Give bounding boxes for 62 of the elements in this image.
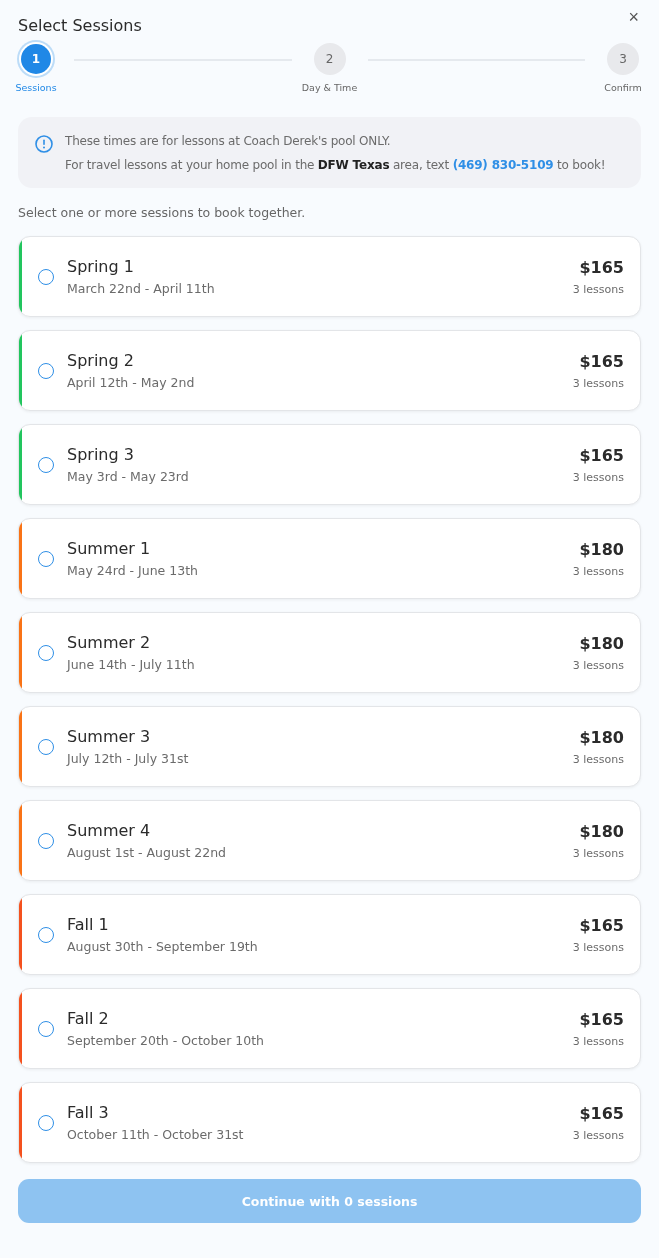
session-price: $180	[578, 539, 624, 559]
session-name: Spring 2	[67, 351, 135, 370]
lesson-count: 3 lessons	[572, 564, 624, 578]
session-dates: May 3rd - May 23rd	[67, 469, 190, 484]
lesson-count: 3 lessons	[572, 658, 624, 672]
session-card[interactable]: Spring 3 May 3rd - May 23rd $165 3 lessons	[18, 424, 641, 505]
session-price: $165	[578, 1009, 624, 1029]
session-price: $180	[578, 633, 624, 653]
lesson-count: 3 lessons	[572, 282, 624, 296]
session-dates: October 11th - October 31st	[67, 1127, 245, 1142]
session-dates: July 12th - July 31st	[67, 751, 190, 766]
session-card[interactable]: Spring 1 March 22nd - April 11th $165 3 lessons	[18, 236, 641, 317]
session-name: Summer 2	[67, 633, 152, 652]
lesson-count: 3 lessons	[572, 376, 624, 390]
session-card[interactable]: Spring 2 April 12th - May 2nd $165 3 lessons	[18, 330, 641, 411]
session-price: $165	[578, 445, 624, 465]
step-number: 2	[313, 43, 346, 75]
session-name: Fall 3	[67, 1103, 110, 1122]
dialog-title: Select Sessions	[18, 16, 142, 35]
session-price: $165	[578, 1103, 624, 1123]
close-button[interactable]: ×	[626, 8, 641, 26]
session-dates: August 1st - August 22nd	[67, 845, 228, 860]
session-price: $165	[578, 257, 624, 277]
notice-text: These times are for lessons at Coach Derek's pool ONLY.	[65, 133, 392, 150]
session-name: Summer 1	[67, 539, 152, 558]
session-card[interactable]: Fall 2 September 20th - October 10th $165 3 lessons	[18, 988, 641, 1069]
step-label: Confirm	[604, 82, 642, 93]
lesson-count: 3 lessons	[572, 1034, 624, 1048]
hint-text: Select one or more sessions to book together.	[18, 205, 307, 220]
lesson-count: 3 lessons	[572, 940, 624, 954]
session-card[interactable]: Summer 3 July 12th - July 31st $180 3 lessons	[18, 706, 641, 787]
session-price: $165	[578, 915, 624, 935]
session-dates: May 24rd - June 13th	[67, 563, 199, 578]
session-card[interactable]: Fall 3 October 11th - October 31st $165 3 lessons	[18, 1082, 641, 1163]
session-dates: June 14th - July 11th	[67, 657, 196, 672]
step-label: Day & Time	[301, 82, 358, 93]
session-name: Spring 3	[67, 445, 135, 464]
session-price: $180	[578, 727, 624, 747]
session-dates: April 12th - May 2nd	[67, 375, 196, 390]
step-label: Sessions	[15, 82, 57, 93]
lesson-count: 3 lessons	[572, 470, 624, 484]
lesson-count: 3 lessons	[572, 846, 624, 860]
step-number: 1	[21, 44, 51, 74]
session-dates: March 22nd - April 11th	[67, 281, 216, 296]
lesson-count: 3 lessons	[572, 1128, 624, 1142]
session-name: Fall 1	[67, 915, 110, 934]
session-card[interactable]: Summer 1 May 24rd - June 13th $180 3 lessons	[18, 518, 641, 599]
session-dates: September 20th - October 10th	[67, 1033, 265, 1048]
lesson-count: 3 lessons	[572, 752, 624, 766]
info-icon	[35, 135, 53, 153]
step-number: 3	[607, 43, 639, 75]
session-name: Fall 2	[67, 1009, 110, 1028]
session-name: Summer 4	[67, 821, 152, 840]
session-price: $165	[578, 351, 624, 371]
session-name: Spring 1	[67, 257, 135, 276]
session-card[interactable]: Summer 4 August 1st - August 22nd $180 3 lessons	[18, 800, 641, 881]
session-dates: August 30th - September 19th	[67, 939, 259, 954]
session-name: Summer 3	[67, 727, 152, 746]
session-card[interactable]: Summer 2 June 14th - July 11th $180 3 lessons	[18, 612, 641, 693]
notice-text: For travel lessons at your home pool in the DFW Texas area, text (469) 830-5109 to book!	[65, 157, 606, 174]
session-card[interactable]: Fall 1 August 30th - September 19th $165 3 lessons	[18, 894, 641, 975]
session-price: $180	[578, 821, 624, 841]
